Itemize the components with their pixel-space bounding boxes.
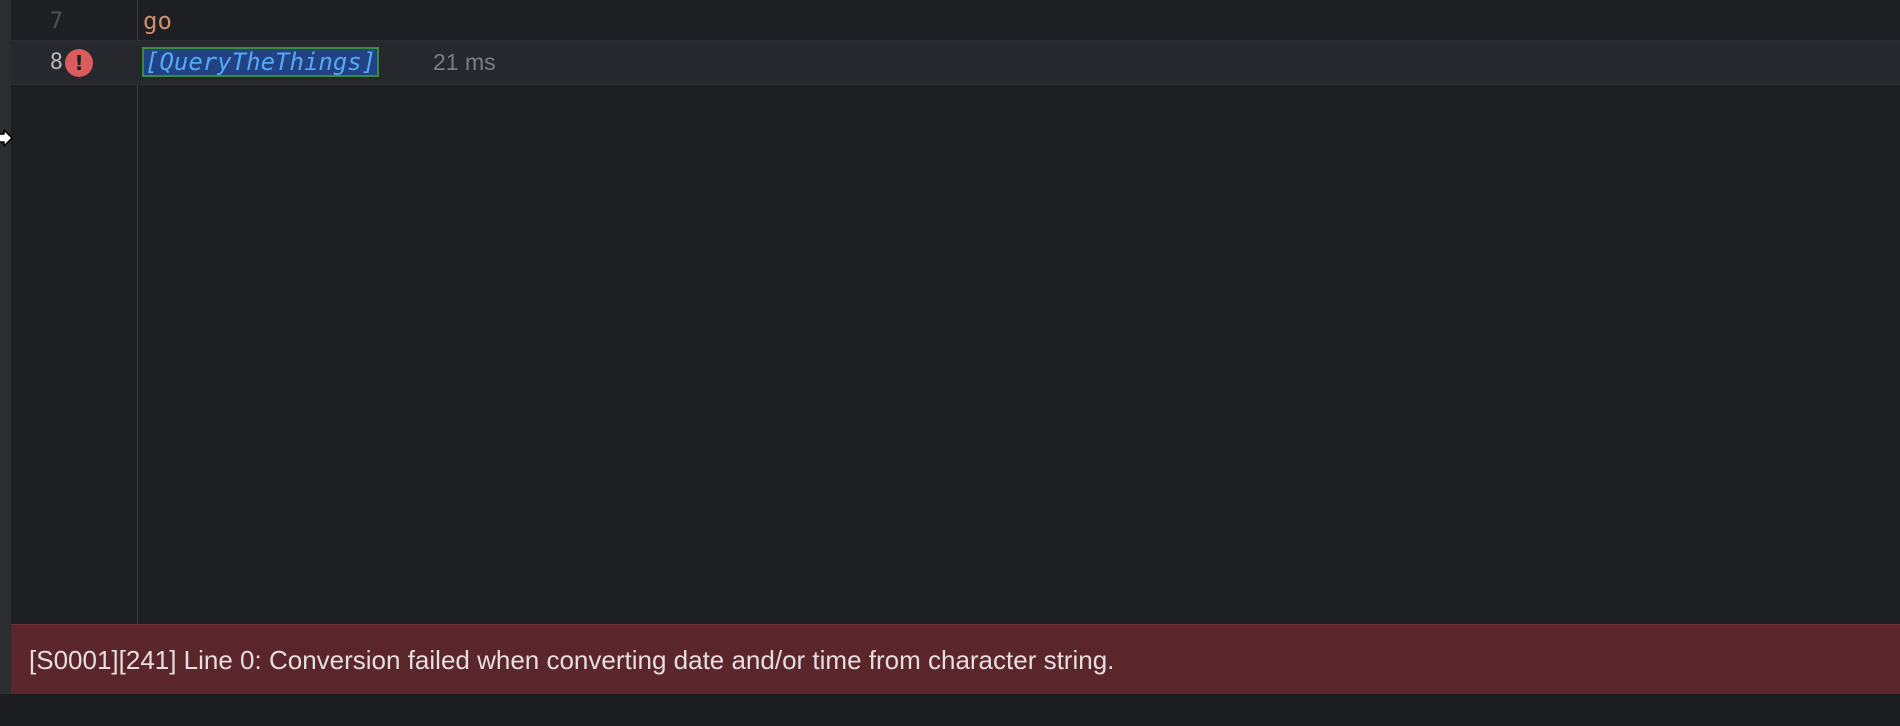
error-message: [S0001][241] Line 0: Conversion failed w… bbox=[29, 645, 1115, 675]
line-number: 7 bbox=[49, 9, 63, 34]
sql-editor-window: 7 go 8 ! [QueryTheThings] 21 ms [S0001][… bbox=[0, 0, 1900, 726]
execution-time-hint: 21 ms bbox=[433, 49, 496, 75]
error-message-panel: [S0001][241] Line 0: Conversion failed w… bbox=[11, 624, 1900, 695]
identifier-query-the-things[interactable]: [QueryTheThings] bbox=[141, 47, 380, 77]
line-gutter[interactable] bbox=[11, 0, 138, 624]
line-number: 8 bbox=[49, 50, 63, 75]
move-cursor-icon bbox=[0, 122, 22, 154]
code-text-query[interactable]: [QueryTheThings] bbox=[141, 41, 380, 84]
error-icon[interactable]: ! bbox=[65, 49, 93, 77]
bottom-strip bbox=[0, 694, 1900, 726]
code-editor[interactable]: 7 go 8 ! [QueryTheThings] 21 ms bbox=[11, 0, 1900, 694]
code-text-go[interactable]: go bbox=[143, 0, 172, 43]
code-line-8[interactable]: 8 ! [QueryTheThings] 21 ms bbox=[11, 40, 1900, 85]
left-edge-strip bbox=[0, 0, 11, 700]
code-line-7[interactable]: 7 go bbox=[11, 0, 1900, 43]
